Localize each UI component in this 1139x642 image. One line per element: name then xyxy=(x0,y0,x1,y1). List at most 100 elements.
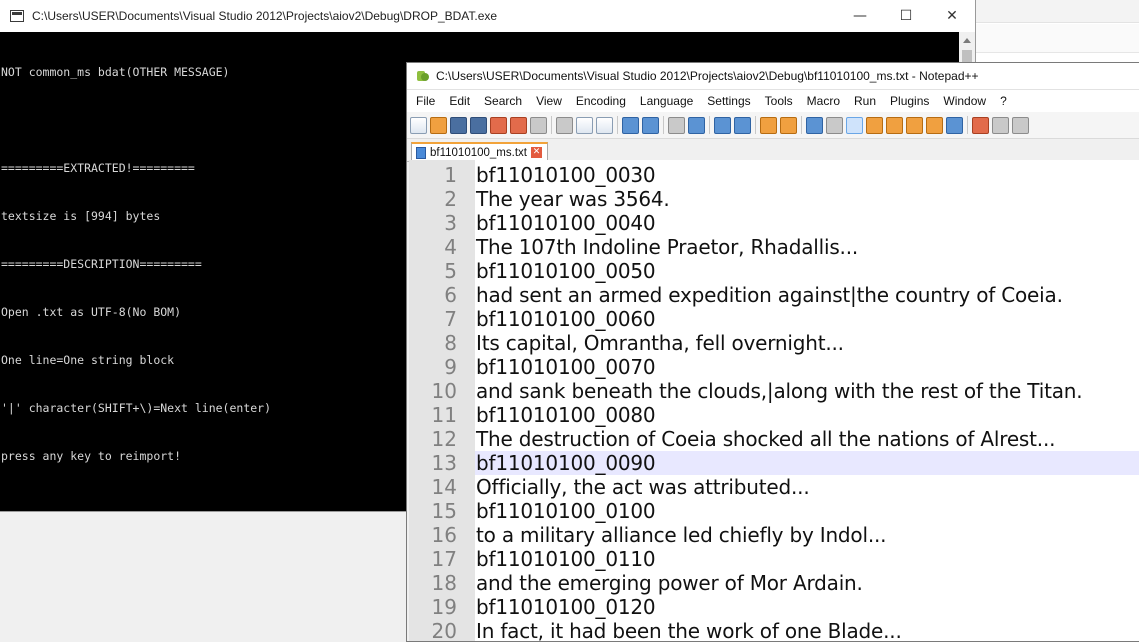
line-text[interactable]: and the emerging power of Mor Ardain. xyxy=(476,571,863,595)
notepad-title: C:\Users\USER\Documents\Visual Studio 20… xyxy=(436,69,979,83)
tab-bf11010100-ms[interactable]: bf11010100_ms.txt ✕ xyxy=(411,142,548,161)
menu-language[interactable]: Language xyxy=(633,94,700,108)
editor-line[interactable]: 5 bf11010100_0050 xyxy=(409,259,1139,283)
editor-line[interactable]: 11 bf11010100_0080 xyxy=(409,403,1139,427)
notepad-plus-plus-window[interactable]: C:\Users\USER\Documents\Visual Studio 20… xyxy=(406,62,1139,642)
language-define-icon[interactable] xyxy=(866,116,883,134)
undo-icon[interactable] xyxy=(622,116,639,134)
sync-horizontal-icon[interactable] xyxy=(780,116,797,134)
sync-vertical-icon[interactable] xyxy=(760,116,777,134)
line-text[interactable]: bf11010100_0070 xyxy=(476,355,656,379)
line-text[interactable]: bf11010100_0100 xyxy=(476,499,656,523)
line-text[interactable]: In fact, it had been the work of one Bla… xyxy=(476,619,902,641)
toolbar-separator xyxy=(709,116,710,134)
menu-plugins[interactable]: Plugins xyxy=(883,94,936,108)
function-list-icon[interactable] xyxy=(906,116,923,134)
editor-line[interactable]: 9 bf11010100_0070 xyxy=(409,355,1139,379)
zoom-out-icon[interactable] xyxy=(734,116,751,134)
close-button[interactable]: ✕ xyxy=(929,0,975,32)
line-text[interactable]: bf11010100_0040 xyxy=(476,211,656,235)
line-text[interactable]: Its capital, Omrantha, fell overnight... xyxy=(476,331,844,355)
find-icon[interactable] xyxy=(668,116,685,134)
stop-macro-icon[interactable] xyxy=(992,116,1009,134)
line-number: 12 xyxy=(431,427,457,451)
editor-line[interactable]: 17 bf11010100_0110 xyxy=(409,547,1139,571)
editor-line[interactable]: 4 The 107th Indoline Praetor, Rhadallis..… xyxy=(409,235,1139,259)
line-text[interactable]: to a military alliance led chiefly by In… xyxy=(476,523,886,547)
menu-run[interactable]: Run xyxy=(847,94,883,108)
line-text[interactable]: bf11010100_0090 xyxy=(476,451,656,475)
menu-settings[interactable]: Settings xyxy=(700,94,757,108)
menu-tools[interactable]: Tools xyxy=(758,94,800,108)
line-text[interactable]: The year was 3564. xyxy=(476,187,670,211)
editor-line[interactable]: 14 Officially, the act was attributed... xyxy=(409,475,1139,499)
line-text[interactable]: bf11010100_0060 xyxy=(476,307,656,331)
toolbar-separator xyxy=(755,116,756,134)
line-text[interactable]: had sent an armed expedition against|the… xyxy=(476,283,1063,307)
scroll-up-arrow-icon[interactable] xyxy=(963,38,971,43)
document-map-icon[interactable] xyxy=(886,116,903,134)
editor-line[interactable]: 1 bf11010100_0030 xyxy=(409,163,1139,187)
new-file-icon[interactable] xyxy=(410,116,427,134)
line-text[interactable]: bf11010100_0110 xyxy=(476,547,656,571)
paste-icon[interactable] xyxy=(596,116,613,134)
menu-search[interactable]: Search xyxy=(477,94,529,108)
line-text[interactable]: The 107th Indoline Praetor, Rhadallis... xyxy=(476,235,858,259)
line-text[interactable]: and sank beneath the clouds,|along with … xyxy=(476,379,1083,403)
tab-close-icon[interactable]: ✕ xyxy=(530,147,542,158)
indent-guide-icon[interactable] xyxy=(846,116,863,134)
console-titlebar[interactable]: C:\Users\USER\Documents\Visual Studio 20… xyxy=(0,0,975,32)
zoom-in-icon[interactable] xyxy=(714,116,731,134)
show-all-characters-icon[interactable] xyxy=(826,116,843,134)
console-title: C:\Users\USER\Documents\Visual Studio 20… xyxy=(32,9,498,23)
editor-line[interactable]: 19 bf11010100_0120 xyxy=(409,595,1139,619)
line-text[interactable]: bf11010100_0120 xyxy=(476,595,656,619)
line-text[interactable]: bf11010100_0080 xyxy=(476,403,656,427)
menu-edit[interactable]: Edit xyxy=(442,94,477,108)
open-file-icon[interactable] xyxy=(430,116,447,134)
menu-help[interactable]: ? xyxy=(993,94,1014,108)
cut-icon[interactable] xyxy=(556,116,573,134)
notepad-titlebar[interactable]: C:\Users\USER\Documents\Visual Studio 20… xyxy=(407,63,1139,90)
record-macro-icon[interactable] xyxy=(972,116,989,134)
line-text[interactable]: The destruction of Coeia shocked all the… xyxy=(476,427,1055,451)
editor-line[interactable]: 7 bf11010100_0060 xyxy=(409,307,1139,331)
editor-line[interactable]: 13 bf11010100_0090 xyxy=(409,451,1139,475)
menu-file[interactable]: File xyxy=(409,94,442,108)
line-text[interactable]: bf11010100_0050 xyxy=(476,259,656,283)
editor-line[interactable]: 16 to a military alliance led chiefly by … xyxy=(409,523,1139,547)
play-macro-icon[interactable] xyxy=(1012,116,1029,134)
monitoring-icon[interactable] xyxy=(946,116,963,134)
line-number: 2 xyxy=(444,187,457,211)
editor-line[interactable]: 15 bf11010100_0100 xyxy=(409,499,1139,523)
close-file-icon[interactable] xyxy=(490,116,507,134)
editor-line[interactable]: 8 Its capital, Omrantha, fell overnight..… xyxy=(409,331,1139,355)
editor-line[interactable]: 18 and the emerging power of Mor Ardain. xyxy=(409,571,1139,595)
menu-bar: File Edit Search View Encoding Language … xyxy=(407,90,1139,112)
line-text[interactable]: bf11010100_0030 xyxy=(476,163,656,187)
menu-window[interactable]: Window xyxy=(936,94,993,108)
line-text[interactable]: Officially, the act was attributed... xyxy=(476,475,810,499)
editor-line[interactable]: 20 In fact, it had been the work of one B… xyxy=(409,619,1139,641)
menu-macro[interactable]: Macro xyxy=(800,94,847,108)
save-all-icon[interactable] xyxy=(470,116,487,134)
menu-encoding[interactable]: Encoding xyxy=(569,94,633,108)
save-icon[interactable] xyxy=(450,116,467,134)
editor-line[interactable]: 2 The year was 3564. xyxy=(409,187,1139,211)
print-icon[interactable] xyxy=(530,116,547,134)
line-number: 20 xyxy=(431,619,457,641)
folder-as-workspace-icon[interactable] xyxy=(926,116,943,134)
copy-icon[interactable] xyxy=(576,116,593,134)
editor-line[interactable]: 10 and sank beneath the clouds,|along wit… xyxy=(409,379,1139,403)
close-all-icon[interactable] xyxy=(510,116,527,134)
editor-line[interactable]: 3 bf11010100_0040 xyxy=(409,211,1139,235)
editor-line[interactable]: 12 The destruction of Coeia shocked all t… xyxy=(409,427,1139,451)
replace-icon[interactable] xyxy=(688,116,705,134)
word-wrap-icon[interactable] xyxy=(806,116,823,134)
text-editor[interactable]: 1 bf11010100_0030 2 The year was 3564. 3 bf11… xyxy=(409,160,1139,641)
menu-view[interactable]: View xyxy=(529,94,569,108)
redo-icon[interactable] xyxy=(642,116,659,134)
editor-line[interactable]: 6 had sent an armed expedition against|th… xyxy=(409,283,1139,307)
minimize-button[interactable]: — xyxy=(837,0,883,32)
maximize-button[interactable]: ☐ xyxy=(883,0,929,32)
